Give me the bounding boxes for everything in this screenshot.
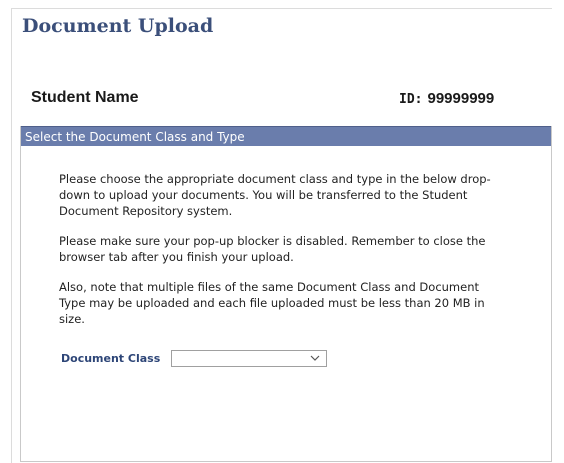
student-name-label: Student Name [31, 89, 139, 106]
page-title: Document Upload [22, 15, 214, 37]
instruction-paragraph-choose: Please choose the appropriate document c… [59, 172, 491, 218]
document-class-label: Document Class [61, 352, 161, 365]
student-id: ID: 99999999 [399, 88, 494, 107]
document-upload-page: Document Upload Student Name ID: 99999999… [0, 0, 564, 463]
chevron-down-icon [310, 355, 320, 361]
student-id-value: 99999999 [427, 90, 495, 107]
instruction-paragraph-popup-blocker: Please make sure your pop-up blocker is … [59, 234, 486, 264]
section-header: Select the Document Class and Type [21, 126, 551, 146]
instruction-paragraph-file-limits: Also, note that multiple files of the sa… [59, 280, 485, 326]
instructions: Please choose the appropriate document c… [59, 171, 509, 341]
student-id-label: ID: [399, 92, 423, 107]
document-class-select[interactable] [171, 350, 328, 367]
document-class-section: Select the Document Class and Type Pleas… [20, 126, 552, 462]
left-divider [11, 8, 12, 463]
top-divider [11, 8, 552, 9]
document-class-row: Document Class [61, 348, 328, 367]
